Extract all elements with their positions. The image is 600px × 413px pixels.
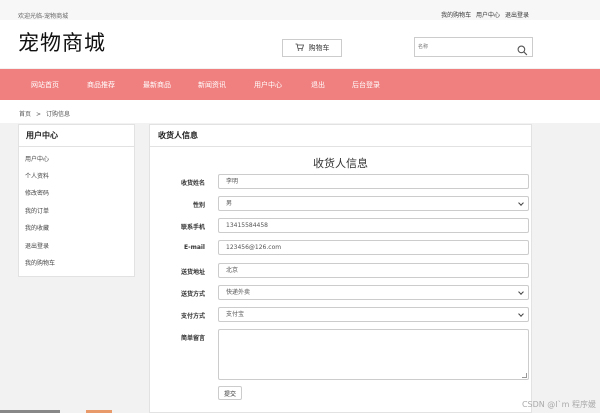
delivery-label: 送货方式 [180, 291, 205, 298]
header: 宠物商城 购物车 [0, 20, 600, 68]
sidebar-item-user-center[interactable]: 用户中心 [25, 154, 49, 163]
sidebar-item-orders[interactable]: 我的订单 [25, 206, 49, 215]
address-input[interactable]: 北京 [218, 263, 529, 278]
search-box [414, 37, 533, 57]
nav-user-center[interactable]: 用户中心 [254, 80, 282, 90]
top-link-user-center[interactable]: 用户中心 [476, 12, 500, 19]
breadcrumb-home[interactable]: 首页 [19, 111, 31, 118]
sidebar-item-change-password[interactable]: 修改密码 [25, 188, 49, 197]
gender-label: 性别 [192, 202, 205, 209]
top-link-logout[interactable]: 退出登录 [505, 12, 529, 19]
search-input[interactable] [418, 40, 508, 54]
breadcrumb-separator: > [36, 111, 42, 118]
sidebar-item-cart[interactable]: 我的购物车 [25, 258, 55, 267]
sidebar-item-favorites[interactable]: 我的收藏 [25, 223, 49, 232]
nav-home[interactable]: 网站首页 [31, 80, 59, 90]
phone-label: 联系手机 [180, 224, 205, 231]
search-icon[interactable] [517, 41, 528, 60]
payment-label: 支付方式 [180, 313, 205, 320]
breadcrumb-current: 订购信息 [46, 111, 71, 118]
nav-new-products[interactable]: 最新商品 [143, 80, 171, 90]
sidebar: 用户中心 用户中心 个人资料 修改密码 我的订单 我的收藏 退出登录 我的购物车 [18, 124, 135, 277]
name-input[interactable]: 李明 [218, 174, 529, 189]
welcome-text: 欢迎光临-宠物商城 [18, 13, 69, 20]
breadcrumb: 首页 > 订购信息 [19, 109, 70, 118]
top-links: 我的购物车 用户中心 退出登录 [438, 10, 529, 19]
payment-select[interactable]: 支付宝 [218, 307, 529, 322]
sidebar-title: 用户中心 [19, 125, 134, 147]
phone-input[interactable]: 13415584458 [218, 218, 529, 233]
email-input[interactable]: 123456@126.com [218, 240, 529, 255]
main-panel: 收货人信息 收货人信息 收货姓名 李明 性别 男 联系手机 1341558445… [149, 124, 532, 413]
address-label: 送货地址 [180, 269, 205, 276]
gender-select[interactable]: 男 [218, 196, 529, 211]
nav-recommend[interactable]: 商品推荐 [87, 80, 115, 90]
nav-logout[interactable]: 退出 [311, 80, 325, 90]
nav-news[interactable]: 新闻资讯 [198, 80, 226, 90]
top-bar: 欢迎光临-宠物商城 我的购物车 用户中心 退出登录 [0, 0, 600, 20]
form-heading: 收货人信息 [313, 157, 368, 170]
breadcrumb-bar [0, 100, 600, 123]
message-textarea[interactable] [218, 329, 529, 380]
nav-admin-login[interactable]: 后台登录 [352, 80, 380, 90]
name-label: 收货姓名 [180, 180, 205, 187]
top-link-cart[interactable]: 我的购物车 [441, 12, 471, 19]
cart-icon [295, 43, 304, 53]
message-label: 简单留言 [180, 335, 205, 342]
main-nav: 网站首页 商品推荐 最新商品 新闻资讯 用户中心 退出 后台登录 [0, 69, 600, 100]
site-logo[interactable]: 宠物商城 [18, 27, 106, 57]
email-label: E-mail [183, 244, 205, 251]
panel-title: 收货人信息 [150, 125, 531, 147]
cart-button[interactable]: 购物车 [282, 39, 342, 57]
cart-label: 购物车 [308, 44, 330, 52]
delivery-select[interactable]: 快递外卖 [218, 285, 529, 300]
submit-button[interactable]: 提交 [218, 386, 242, 400]
sidebar-item-logout[interactable]: 退出登录 [25, 241, 49, 250]
watermark: CSDN @I`m 程序媛 [521, 400, 596, 409]
sidebar-item-profile[interactable]: 个人资料 [25, 171, 49, 180]
